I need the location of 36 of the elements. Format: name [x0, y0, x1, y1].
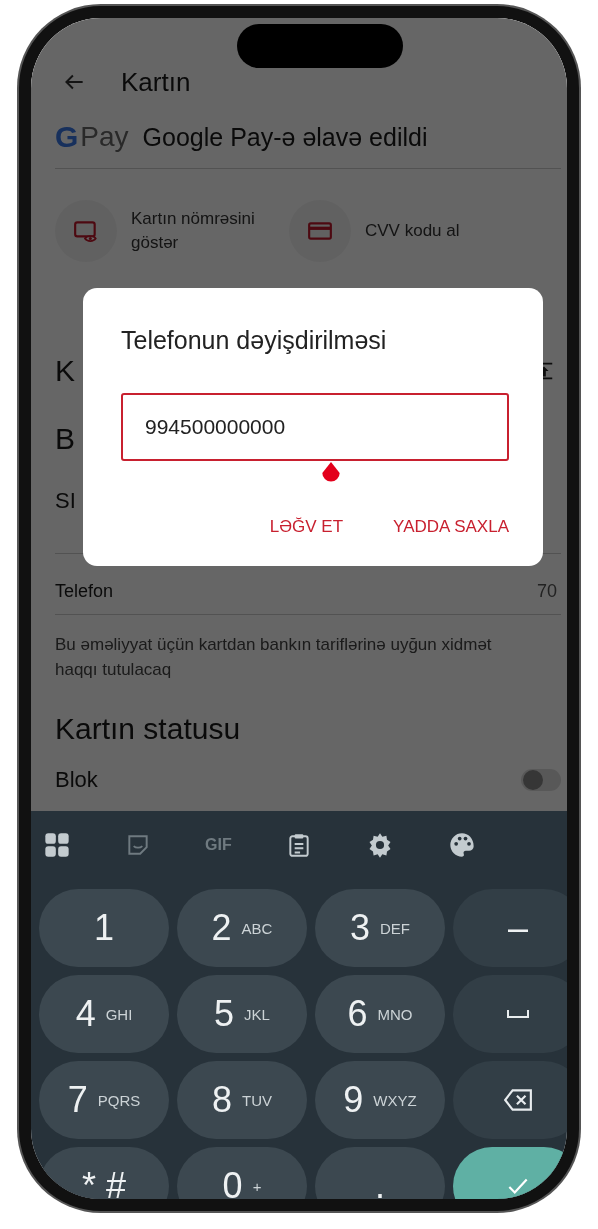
keyboard-key[interactable]: 1	[39, 889, 169, 967]
apps-grid-icon[interactable]	[43, 831, 71, 859]
keyboard-key[interactable]: 8 TUV	[177, 1061, 307, 1139]
status-label: Blok	[55, 767, 98, 794]
keyboard-key[interactable]: 6 MNO	[315, 975, 445, 1053]
sticker-icon[interactable]	[125, 832, 151, 858]
backspace-icon	[503, 1088, 533, 1112]
keyboard-key[interactable]: 3 DEF	[315, 889, 445, 967]
section-title: Kartın statusu	[55, 712, 242, 747]
backspace-key[interactable]	[453, 1061, 567, 1139]
phone-label: Telefon	[55, 580, 114, 602]
keyboard-key[interactable]: 0 +	[177, 1147, 307, 1199]
dialog-title: Telefonun dəyişdirilməsi	[121, 326, 388, 355]
phone-value: 70	[536, 580, 557, 602]
fee-note: Bu əməliyyat üçün kartdan bankın tariflərinə uyğun xidmət haqqı tutulacaq	[55, 634, 493, 681]
dialog-button[interactable]: LƏĞV ET	[269, 513, 344, 541]
phone-input-field[interactable]: 994500000000	[121, 393, 509, 461]
keyboard-key[interactable]: 7 PQRS	[39, 1061, 169, 1139]
google-pay-status: Google Pay-ə əlavə edildi	[142, 122, 428, 152]
screen-title: Kartın	[121, 66, 191, 98]
toggle-switch[interactable]	[521, 769, 561, 792]
palette-icon[interactable]	[447, 831, 476, 859]
keyboard-key[interactable]: 9 WXYZ	[315, 1061, 445, 1139]
covered-text: K	[55, 354, 75, 388]
space-bar-icon	[506, 1008, 530, 1020]
covered-text: SI	[55, 488, 76, 514]
covered-text: B	[55, 422, 75, 456]
keyboard-key[interactable]: 5 JKL	[177, 975, 307, 1053]
keyboard-key[interactable]: 4 GHI	[39, 975, 169, 1053]
keyboard-key[interactable]: .	[315, 1147, 445, 1199]
keyboard-key[interactable]: 2 ABC	[177, 889, 307, 967]
pay-logo-text: Pay	[80, 121, 129, 153]
dialog-button[interactable]: YADDA SAXLA	[393, 513, 509, 541]
keyboard-key[interactable]: –	[453, 889, 567, 967]
card-eye-icon	[73, 218, 99, 244]
google-g-logo: G	[55, 120, 79, 154]
